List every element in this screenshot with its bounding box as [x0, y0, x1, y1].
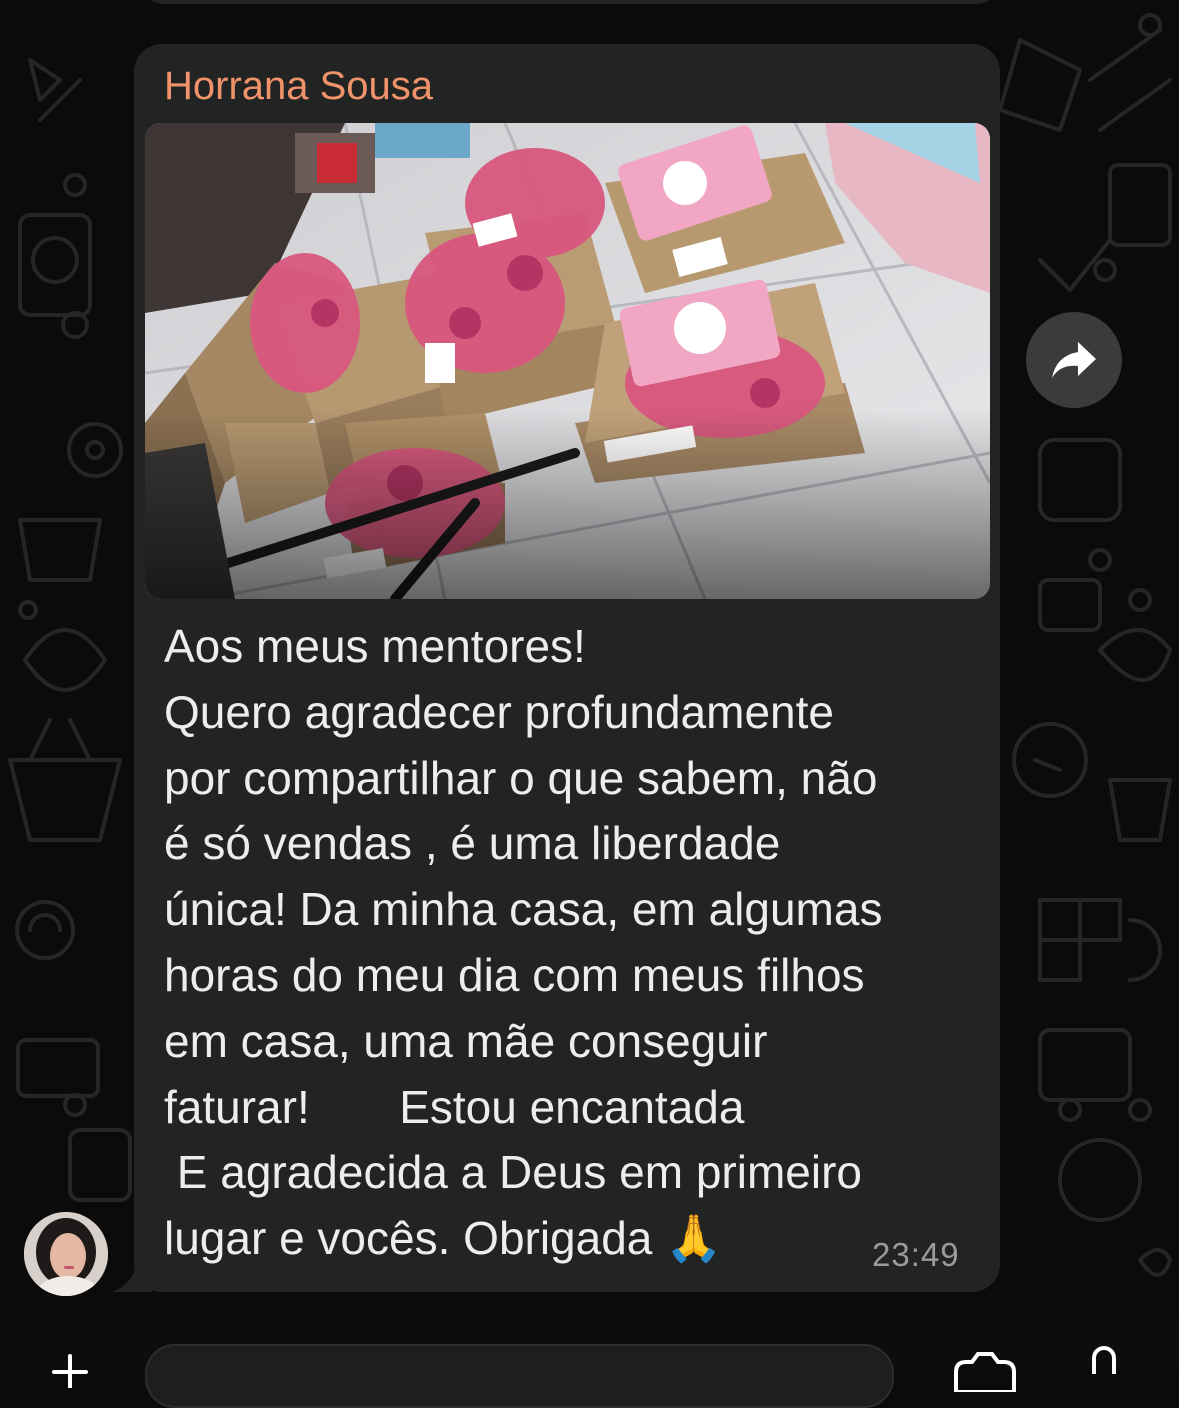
message-line: faturar! Estou encantada: [164, 1080, 745, 1133]
previous-message-bubble: [140, 0, 1000, 4]
microphone-icon[interactable]: [1086, 1344, 1122, 1374]
message-line: Quero agradecer profundamente: [164, 685, 834, 738]
message-input[interactable]: [145, 1344, 894, 1408]
message-line: em casa, uma mãe conseguir: [164, 1014, 768, 1067]
plus-icon[interactable]: [52, 1352, 88, 1388]
message-photo[interactable]: [145, 123, 990, 599]
message-line: única! Da minha casa, em algumas: [164, 883, 883, 936]
message-text[interactable]: Aos meus mentores! Quero agradecer profu…: [164, 614, 984, 1272]
message-timestamp: 23:49: [872, 1236, 960, 1273]
message-line: lugar e vocês. Obrigada 🙏: [164, 1212, 723, 1265]
sender-avatar[interactable]: [24, 1212, 108, 1296]
sender-name[interactable]: Horrana Sousa: [164, 60, 433, 112]
message-line: é só vendas , é uma liberdade: [164, 817, 781, 870]
forward-arrow-icon: [1052, 342, 1096, 378]
forward-button[interactable]: [1026, 312, 1122, 408]
camera-icon[interactable]: [950, 1352, 1020, 1392]
message-line: Aos meus mentores!: [164, 620, 586, 672]
message-line: por compartilhar o que sabem, não: [164, 751, 878, 804]
message-line: horas do meu dia com meus filhos: [164, 948, 865, 1001]
message-line: E agradecida a Deus em primeiro: [164, 1146, 862, 1199]
